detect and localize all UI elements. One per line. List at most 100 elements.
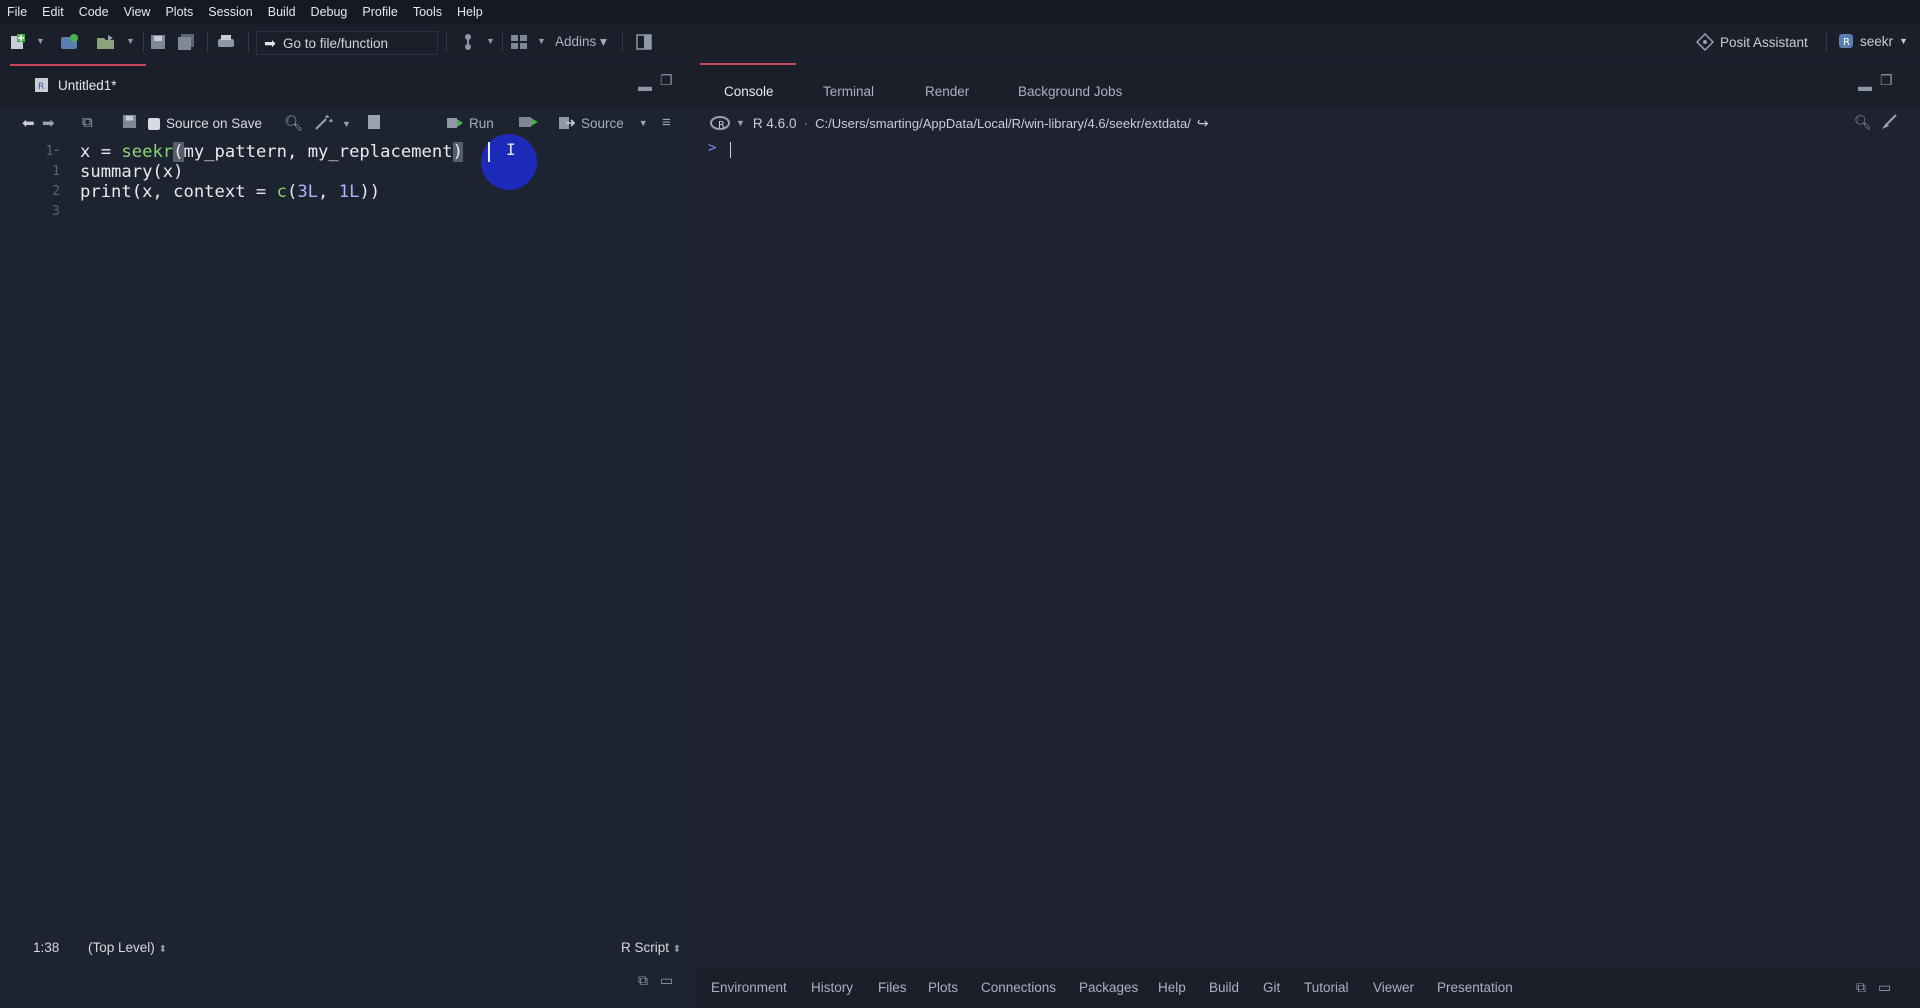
chevron-down-icon: ▼ [1899,36,1908,46]
menu-session[interactable]: Session [201,5,260,19]
tab-history[interactable]: History [811,980,853,995]
save-all-icon[interactable] [176,32,196,52]
new-file-icon[interactable] [8,32,28,52]
console-header: R ▼ R 4.6.0 · C:/Users/smarting/AppData/… [696,108,1920,138]
scope-selector[interactable]: (Top Level) ⬍ [88,940,167,955]
line-number: 2 [52,184,60,199]
maximize-icon[interactable]: ❐ [660,72,673,89]
chevron-down-icon[interactable]: ▼ [126,36,135,46]
tab-terminal[interactable]: Terminal [823,84,874,99]
source-button[interactable]: Source ▼ [558,115,648,131]
open-file-icon[interactable] [96,32,116,52]
sidebar-toggle-icon[interactable] [634,32,654,52]
tab-environment[interactable]: Environment [711,980,787,995]
menu-tools[interactable]: Tools [406,5,450,19]
r-project-icon: R [1839,34,1853,48]
minimize-icon[interactable]: ▬ [1858,78,1872,94]
console-pane: Console Terminal Render Background Jobs … [696,62,1920,1008]
console-output[interactable]: > [696,138,1920,918]
chevron-down-icon[interactable]: ▼ [342,119,351,129]
code-editor[interactable]: 1⁃ 1 2 3 x = seekr(my_pattern, my_replac… [0,134,696,934]
tab-background-jobs[interactable]: Background Jobs [1018,84,1122,99]
svg-text:R: R [718,120,725,131]
save-icon[interactable] [122,114,137,133]
tab-help[interactable]: Help [1158,980,1186,995]
tab-build[interactable]: Build [1209,980,1239,995]
r-version: R 4.6.0 [752,115,797,131]
menu-build[interactable]: Build [261,5,304,19]
posit-assistant-button[interactable]: Posit Assistant [1696,33,1808,51]
r-logo-icon: R [710,116,730,131]
tab-files[interactable]: Files [878,980,907,995]
search-icon[interactable]: 🔍︎ [284,114,303,132]
back-arrow-icon[interactable]: ⬅ [22,114,35,132]
go-to-file-placeholder: Go to file/function [283,35,389,51]
tab-tutorial[interactable]: Tutorial [1304,980,1349,995]
svg-text:R: R [1843,37,1850,48]
checkbox[interactable] [148,117,160,130]
rerun-icon[interactable] [518,114,540,134]
show-in-window-icon[interactable]: ⧉ [82,114,93,131]
print-icon[interactable] [216,32,236,52]
chevron-down-icon[interactable]: ▼ [537,36,546,46]
menu-edit[interactable]: Edit [35,5,72,19]
run-label: Run [469,115,494,131]
version-control-icon[interactable] [458,32,478,52]
run-icon [447,118,463,128]
tab-presentation[interactable]: Presentation [1437,980,1513,995]
project-menu[interactable]: R seekr ▼ [1838,33,1908,49]
source-on-save-label: Source on Save [166,116,263,131]
ibeam-cursor-icon: I [506,140,516,159]
active-tab-indicator [700,63,796,65]
cursor-position: 1:38 [33,940,60,955]
code-line[interactable]: print(x, context = c(3L, 1L)) [80,182,380,202]
chevron-down-icon[interactable]: ▼ [36,36,45,46]
console-cursor [730,142,731,158]
forward-arrow-icon[interactable]: ➡ [42,114,55,132]
menu-profile[interactable]: Profile [355,5,405,19]
new-project-icon[interactable] [60,32,80,52]
maximize-icon[interactable]: ▭ [1878,979,1891,996]
svg-text:R: R [38,82,44,92]
console-prompt: > [708,140,717,156]
files-pane-tab-bar: Environment History Files Plots Connecti… [696,968,1920,1008]
project-name: seekr [1860,33,1894,49]
diamond-icon [1696,33,1714,51]
chevron-down-icon[interactable]: ▼ [486,36,495,46]
chevron-down-icon[interactable]: ▼ [736,118,745,128]
tab-render[interactable]: Render [925,84,969,99]
go-to-directory-icon[interactable]: ↪ [1197,115,1209,132]
code-line[interactable]: x = seekr(my_pattern, my_replacement) [80,142,463,162]
menu-view[interactable]: View [117,5,159,19]
menu-debug[interactable]: Debug [304,5,356,19]
restore-pane-icon[interactable]: ⧉ [1856,979,1866,996]
menu-code[interactable]: Code [72,5,117,19]
run-button[interactable]: Run [446,115,494,131]
restore-pane-icon[interactable]: ⧉ [638,972,648,989]
magic-wand-icon[interactable] [314,114,336,134]
clear-console-icon[interactable] [1880,114,1898,133]
source-on-save-toggle[interactable]: Source on Save [148,116,262,131]
tab-git[interactable]: Git [1263,980,1280,995]
tab-connections[interactable]: Connections [981,980,1056,995]
maximize-icon[interactable]: ▭ [660,972,673,989]
addins-menu[interactable]: Addins ▾ [555,34,607,50]
search-icon[interactable]: 🔍︎ [1854,114,1872,131]
menu-plots[interactable]: Plots [158,5,201,19]
document-outline-icon[interactable]: ≡ [662,114,671,131]
go-to-file-input[interactable]: ➡ Go to file/function [256,31,438,55]
code-line[interactable]: summary(x) [80,162,183,182]
file-type-selector[interactable]: R Script ⬍ [621,940,681,955]
maximize-icon[interactable]: ❐ [1880,72,1893,89]
tab-untitled1[interactable]: R Untitled1* [10,64,146,104]
save-icon[interactable] [148,32,168,52]
menu-file[interactable]: File [0,5,35,19]
compile-report-icon[interactable] [367,114,381,134]
tab-plots[interactable]: Plots [928,980,958,995]
pane-layout-icon[interactable] [509,32,529,52]
tab-packages[interactable]: Packages [1079,980,1138,995]
tab-console[interactable]: Console [724,84,774,99]
menu-help[interactable]: Help [450,5,491,19]
minimize-icon[interactable]: ▬ [638,78,652,94]
tab-viewer[interactable]: Viewer [1373,980,1414,995]
